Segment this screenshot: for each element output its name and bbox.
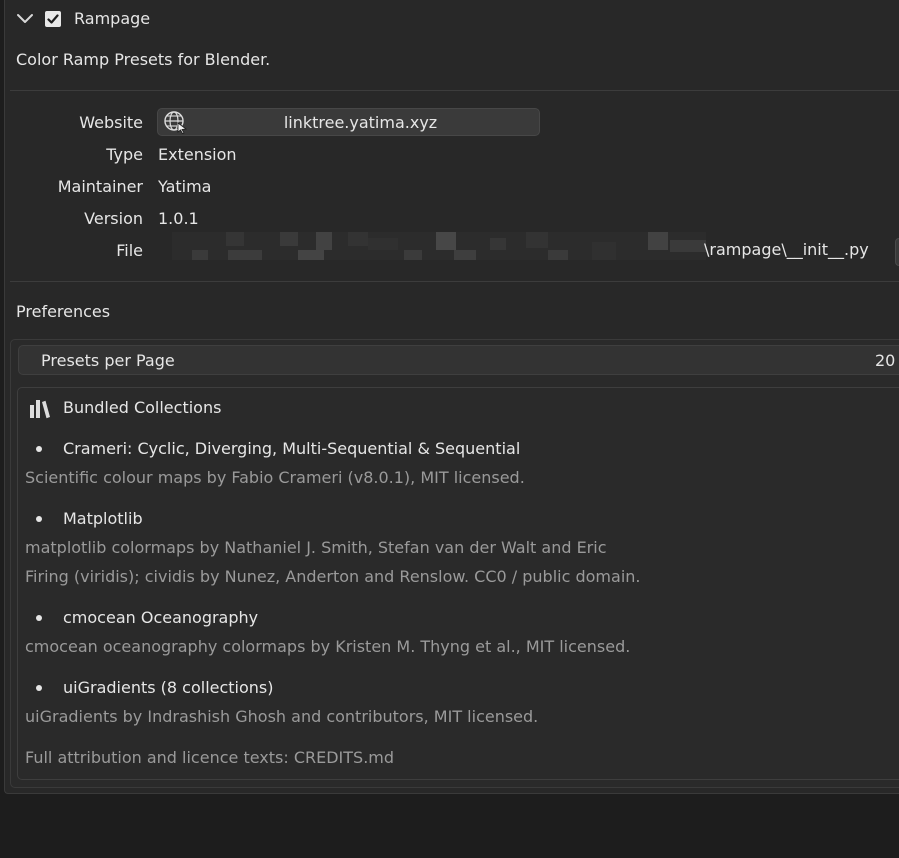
addon-preferences-view: Rampage Color Ramp Presets for Blender. … [0,0,899,858]
extension-name[interactable]: Rampage [74,9,150,28]
type-value: Extension [158,145,237,164]
collection-credit: matplotlib colormaps by Nathaniel J. Smi… [25,538,607,557]
collection-title-matplotlib: Matplotlib [63,509,143,528]
collection-title-cmocean: cmocean Oceanography [63,608,259,627]
file-open-button[interactable] [895,238,899,266]
bullet [36,615,42,621]
divider [10,281,899,282]
books-icon [30,400,50,419]
credits-footer: Full attribution and licence texts: CRED… [25,748,395,767]
collection-title-uigradients: uiGradients (8 collections) [63,678,274,697]
checkmark-icon [47,14,59,24]
version-value: 1.0.1 [158,209,199,228]
collection-credit: cmocean oceanography colormaps by Kriste… [25,637,631,656]
collection-credit: Scientific colour maps by Fabio Crameri … [25,468,525,487]
maintainer-label: Maintainer [57,177,143,196]
file-label: File [116,241,143,260]
extension-description: Color Ramp Presets for Blender. [16,50,271,69]
presets-per-page-field[interactable]: Presets per Page 20 [18,345,899,375]
collection-credit: Firing (viridis); cividis by Nunez, Ande… [25,567,641,586]
collection-credit: uiGradients by Indrashish Ghosh and cont… [25,707,539,726]
website-value: linktree.yatima.xyz [283,113,438,132]
bundled-collections-title: Bundled Collections [63,398,222,417]
version-label: Version [84,209,143,228]
file-value: \rampage\__init__.py [704,240,869,259]
bullet [36,685,42,691]
chevron-down-icon[interactable] [16,10,34,28]
bullet [36,516,42,522]
presets-per-page-value: 20 [875,351,896,370]
presets-per-page-label: Presets per Page [41,351,175,370]
website-label: Website [79,113,143,132]
enable-checkbox[interactable] [45,11,61,27]
type-label: Type [106,145,143,164]
maintainer-value: Yatima [158,177,212,196]
bullet [36,446,42,452]
redacted-file-path [172,232,706,260]
collection-title-crameri: Crameri: Cyclic, Diverging, Multi-Sequen… [63,439,521,458]
website-link-button[interactable]: linktree.yatima.xyz [157,108,540,136]
divider [10,90,899,91]
preferences-title: Preferences [16,302,111,321]
